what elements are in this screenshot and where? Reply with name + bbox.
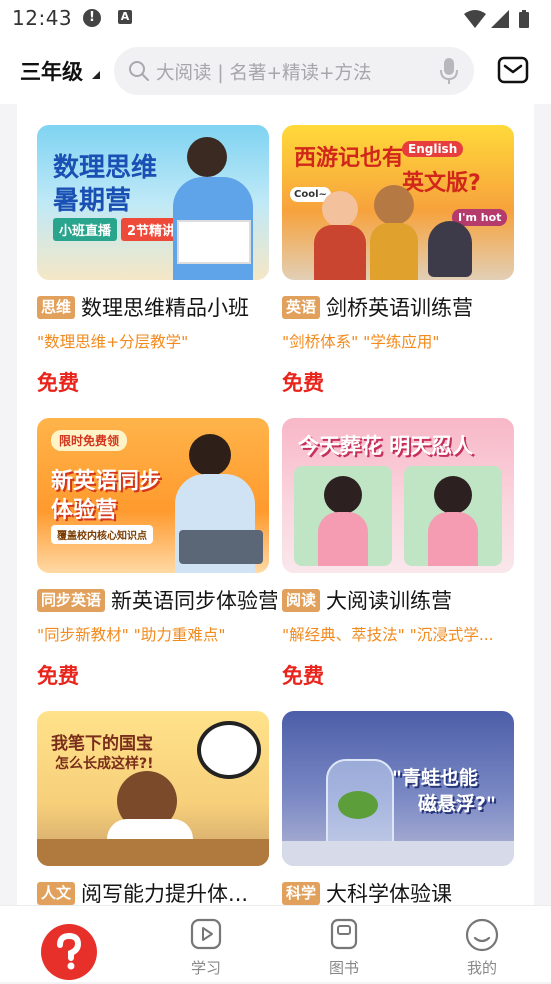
tab-label: 我的 [466, 959, 497, 977]
thumb-headline: 体验营 [51, 498, 118, 523]
girl-figure [318, 512, 368, 566]
tab-label: 图书 [328, 959, 359, 977]
top-header: 三年级 大阅读 | 名著+精读+方法 [0, 38, 551, 104]
bottom-nav: 学习 图书 我的 [0, 905, 551, 982]
wifi-icon [464, 10, 486, 28]
search-placeholder: 大阅读 | 名著+精读+方法 [156, 63, 372, 84]
thumb-headline: 我笔下的国宝 [51, 734, 153, 754]
course-tag: 人文 [37, 881, 76, 905]
tab-study[interactable]: 学习 [166, 906, 246, 982]
boy-figure [189, 434, 231, 476]
message-icon[interactable] [497, 56, 529, 84]
tablet-figure [179, 530, 263, 564]
status-bar: 12:43 ! A [0, 0, 551, 38]
grade-selector[interactable]: 三年级 [20, 56, 83, 86]
course-tag: 英语 [282, 295, 321, 319]
course-title-row: 英语 剑桥英语训练营 [282, 292, 522, 322]
caret-down-icon[interactable] [92, 71, 100, 79]
microphone-icon[interactable] [439, 57, 459, 85]
girl-figure [434, 476, 472, 514]
tab-books[interactable]: 图书 [304, 906, 384, 982]
home-tab[interactable] [41, 924, 97, 980]
course-subtitle: "解经典、萃技法" "沉浸式学... [282, 626, 494, 644]
thumb-headline: 西游记也有 [294, 146, 405, 171]
search-bar[interactable]: 大阅读 | 名著+精读+方法 [114, 47, 474, 95]
thumb-headline: "青蛙也能 [392, 767, 478, 789]
desk-figure [37, 839, 269, 866]
course-title-row: 同步英语 新英语同步体验营 [37, 585, 277, 615]
course-title: 剑桥英语训练营 [326, 296, 474, 320]
thumb-badge: 限时免费领 [51, 430, 128, 451]
course-tag: 阅读 [282, 588, 321, 612]
course-title: 数理思维精品小班 [81, 296, 250, 320]
thumb-badge: English [402, 141, 464, 157]
course-thumbnail[interactable]: "青蛙也能 磁悬浮?" [282, 711, 514, 866]
boy-figure [187, 137, 227, 177]
play-icon [190, 918, 222, 950]
question-home-icon [57, 932, 82, 970]
signal-icon [491, 10, 509, 28]
course-thumbnail[interactable]: 我笔下的国宝 怎么长成这样?! [37, 711, 269, 866]
course-title: 大阅读训练营 [326, 589, 453, 613]
course-title: 新英语同步体验营 [111, 589, 277, 613]
course-tag: 思维 [37, 295, 76, 319]
course-grid: 数理思维 暑期营 小班直播 2节精讲 思维 数理思维精品小班 "数理思维+分层教学… [17, 104, 534, 905]
monk-figure [322, 191, 358, 227]
course-thumbnail[interactable]: 数理思维 暑期营 小班直播 2节精讲 [37, 125, 269, 280]
course-subtitle: "数理思维+分层教学" [37, 333, 189, 351]
monkey-figure [374, 185, 414, 225]
battery-icon [519, 10, 529, 28]
course-subtitle: "剑桥体系" "学练应用" [282, 333, 440, 351]
status-icons [463, 8, 539, 34]
course-thumbnail[interactable]: 今天葬花 明天忍人 [282, 418, 514, 573]
course-subtitle: "同步新教材" "助力重难点" [37, 626, 226, 644]
course-tag: 同步英语 [37, 588, 106, 612]
girl-figure [324, 476, 362, 514]
alert-icon: ! [83, 9, 101, 27]
course-price: 免费 [282, 664, 324, 688]
tab-mine[interactable]: 我的 [442, 906, 522, 982]
girl-figure [428, 512, 478, 566]
course-price: 免费 [37, 371, 79, 395]
monk-figure [314, 225, 366, 280]
thumb-badge: 小班直播 [53, 218, 118, 241]
monkey-figure [370, 223, 418, 280]
course-thumbnail[interactable]: 限时免费领 新英语同步 体验营 覆盖校内核心知识点 [37, 418, 269, 573]
course-title-row: 阅读 大阅读训练营 [282, 585, 522, 615]
thumb-headline: 暑期营 [53, 186, 132, 216]
lab-table-figure [282, 841, 514, 866]
thumb-headline: 怎么长成这样?! [55, 756, 154, 772]
thumb-headline: 新英语同步 [51, 469, 162, 494]
frog-figure [338, 791, 378, 819]
course-title-row: 科学 大科学体验课 [282, 878, 522, 905]
pig-figure [428, 221, 472, 277]
course-thumbnail[interactable]: 西游记也有 English 英文版? I'm hot Cool~ [282, 125, 514, 280]
course-title: 大科学体验课 [326, 882, 453, 905]
status-time: 12:43 [12, 6, 73, 30]
a-notification-icon: A [118, 10, 132, 24]
course-tag: 科学 [282, 881, 321, 905]
tab-label: 学习 [190, 959, 221, 977]
course-title-row: 思维 数理思维精品小班 [37, 292, 277, 322]
thumb-headline: 英文版? [402, 171, 481, 196]
thumb-headline: 磁悬浮?" [418, 793, 496, 815]
course-title: 阅写能力提升体... [81, 882, 249, 905]
course-title-row: 人文 阅写能力提升体... [37, 878, 277, 905]
thumb-headline: 数理思维 [53, 153, 158, 183]
panda-figure [197, 721, 261, 779]
course-price: 免费 [37, 664, 79, 688]
thumb-headline: 今天葬花 明天忍人 [298, 434, 474, 458]
course-price: 免费 [282, 371, 324, 395]
book-figure [177, 220, 251, 264]
smile-icon [465, 918, 499, 952]
search-icon [129, 61, 149, 81]
thumb-badge: 覆盖校内核心知识点 [51, 525, 153, 544]
book-icon [330, 918, 358, 950]
